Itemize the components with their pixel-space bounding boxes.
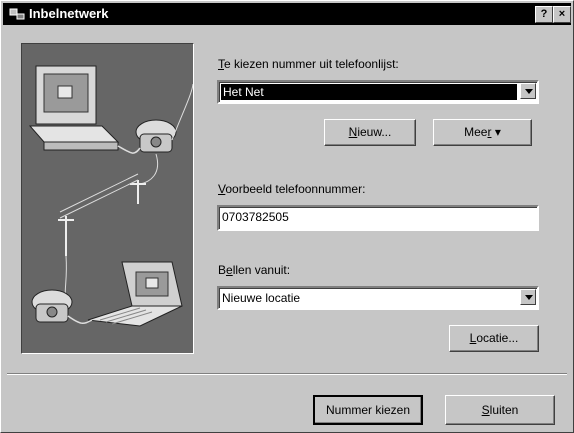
help-button[interactable]: ? <box>535 6 553 23</box>
computer-phone-network-illustration <box>28 65 194 327</box>
new-entry-button[interactable]: Nieuw... <box>324 119 416 146</box>
more-button[interactable]: Meer ▾ <box>433 119 532 146</box>
telephone-pole-icon <box>58 173 146 256</box>
dialing-from-label: Bellen vanuit: <box>218 263 291 277</box>
close-button[interactable]: Sluiten <box>445 395 555 425</box>
dialup-illustration <box>21 43 194 354</box>
phonebook-select[interactable]: Het Net <box>217 80 539 104</box>
title-bar[interactable]: Inbelnetwerk ? × <box>3 3 571 25</box>
dialing-from-selected-value: Nieuwe locatie <box>222 291 301 305</box>
divider <box>7 373 567 375</box>
dial-up-dialog: Inbelnetwerk ? × Te kiezen nummer uit te… <box>0 0 574 433</box>
laptop-icon <box>87 261 183 327</box>
dial-button[interactable]: Nummer kiezen <box>313 395 423 425</box>
location-button[interactable]: Locatie... <box>449 325 539 352</box>
phonebook-label: Te kiezen nummer uit telefoonlijst: <box>218 57 399 71</box>
desktop-computer-icon <box>28 65 120 151</box>
window-title: Inbelnetwerk <box>29 6 109 21</box>
chevron-down-icon[interactable] <box>520 289 536 305</box>
chevron-down-icon[interactable] <box>520 83 536 99</box>
preview-number-field[interactable]: 0703782505 <box>217 205 539 231</box>
dialing-from-select[interactable]: Nieuwe locatie <box>217 286 539 310</box>
preview-number-value: 0703782505 <box>222 210 289 224</box>
close-window-button[interactable]: × <box>553 6 571 23</box>
chevron-down-icon: ▾ <box>494 125 501 139</box>
bottom-telephone-icon <box>31 289 73 323</box>
top-telephone-icon <box>135 119 177 153</box>
phone-network-icon <box>9 8 25 20</box>
preview-label: Voorbeeld telefoonnummer: <box>218 182 366 196</box>
phonebook-selected-value: Het Net <box>221 84 517 100</box>
